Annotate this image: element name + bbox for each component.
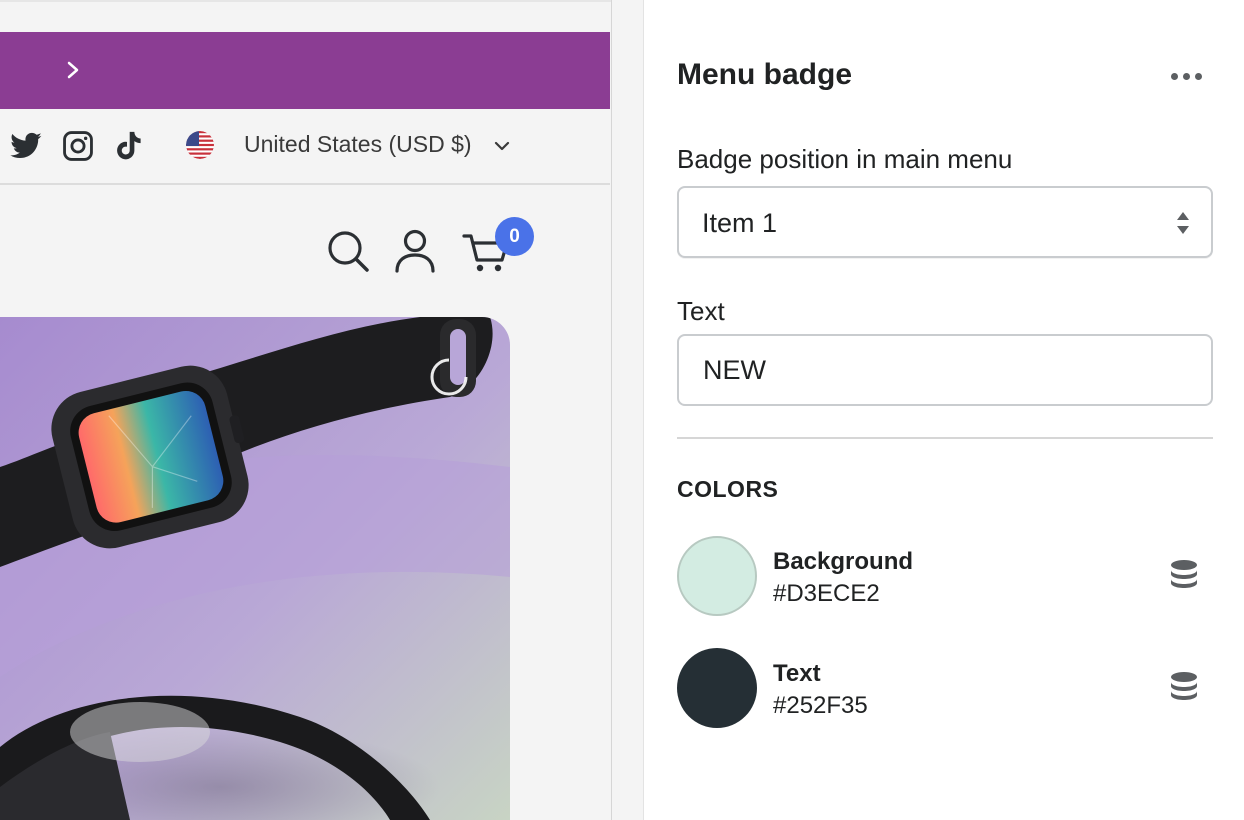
section-divider: [677, 437, 1213, 439]
text-color-hex: #252F35: [773, 692, 868, 719]
text-color-swatch[interactable]: [677, 648, 757, 728]
background-color-name: Background: [773, 548, 914, 575]
badge-position-label: Badge position in main menu: [677, 144, 1013, 174]
dot-icon: [1170, 72, 1178, 80]
text-color-name: Text: [773, 660, 821, 687]
twitter-icon[interactable]: [9, 129, 43, 163]
colors-heading: COLORS: [677, 476, 779, 502]
panel-title: Menu badge: [677, 58, 853, 91]
dot-icon: [1194, 72, 1202, 80]
database-icon[interactable]: [1168, 670, 1200, 704]
badge-position-value: Item 1: [702, 208, 778, 238]
announcement-bar: [0, 32, 610, 109]
database-icon[interactable]: [1168, 558, 1200, 592]
preview-top-border: [0, 0, 611, 2]
badge-position-select[interactable]: Item 1: [677, 186, 1213, 258]
background-color-swatch[interactable]: [677, 536, 757, 616]
smartwatch-image: [0, 317, 510, 820]
select-arrows-icon: [1177, 212, 1189, 234]
product-image[interactable]: [0, 317, 510, 820]
account-icon[interactable]: [394, 229, 436, 273]
settings-panel: Menu badge Badge position in main menu I…: [643, 0, 1244, 820]
background-color-hex: #D3ECE2: [773, 580, 880, 607]
chevron-right-icon[interactable]: [62, 58, 84, 82]
search-icon[interactable]: [326, 229, 370, 273]
country-selector[interactable]: United States (USD $): [244, 131, 472, 158]
text-field-label: Text: [677, 296, 725, 326]
tiktok-icon[interactable]: [111, 129, 145, 163]
badge-text-input[interactable]: [677, 334, 1213, 406]
chevron-down-icon[interactable]: [492, 137, 512, 155]
dot-icon: [1182, 72, 1190, 80]
store-preview: United States (USD $) 0: [0, 0, 612, 820]
cart-count-badge: 0: [495, 217, 534, 256]
us-flag-icon: [186, 131, 214, 159]
more-actions-button[interactable]: [1164, 62, 1208, 90]
instagram-icon[interactable]: [61, 129, 95, 163]
